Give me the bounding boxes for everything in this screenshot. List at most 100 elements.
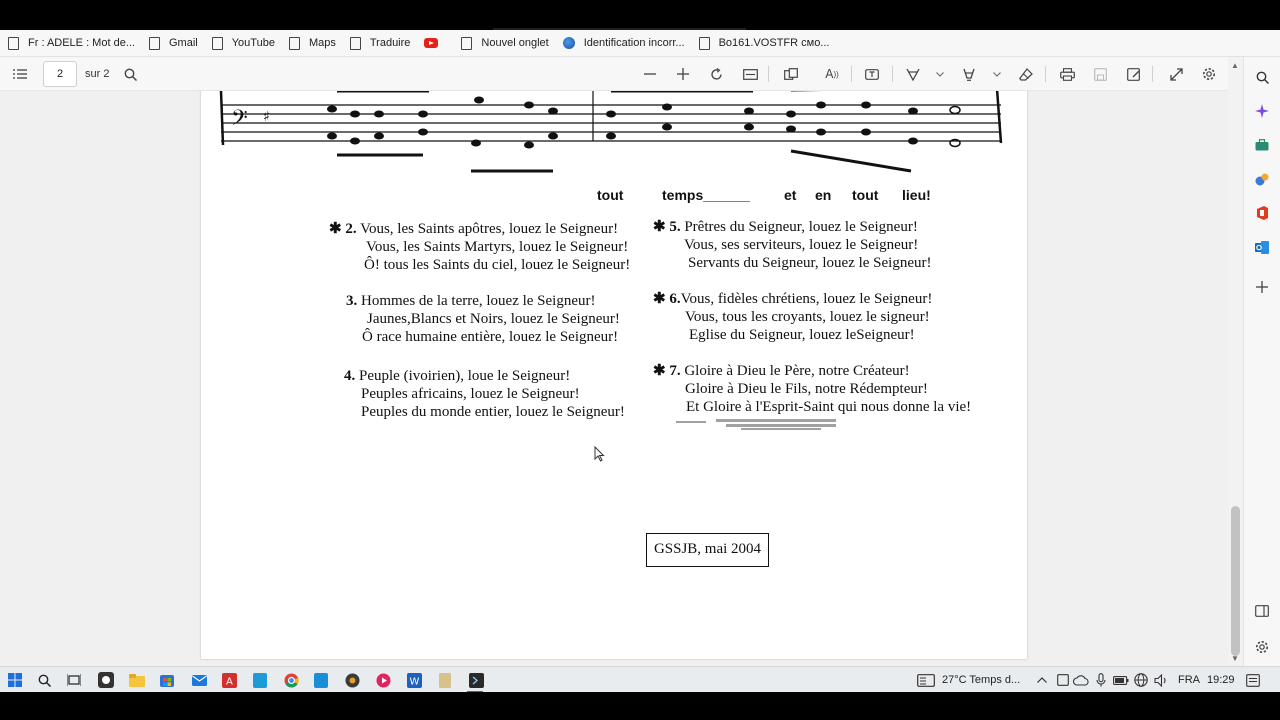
music-staff: 𝄢 ♯ <box>219 91 1003 173</box>
refrain-word: en <box>815 187 832 203</box>
contents-icon[interactable] <box>10 57 30 91</box>
bookmark-youtube[interactable]: YouTube <box>211 36 275 50</box>
svg-text:W: W <box>409 676 419 687</box>
terminal-icon[interactable] <box>467 671 485 689</box>
gear-icon[interactable] <box>1199 57 1219 91</box>
games-icon[interactable] <box>1254 171 1270 187</box>
print-icon[interactable] <box>1057 57 1077 91</box>
chrome-icon[interactable] <box>282 671 300 689</box>
page-number-input[interactable]: 2 <box>43 61 77 87</box>
verse-number: 3. <box>346 293 358 309</box>
scroll-down-icon[interactable]: ▼ <box>1231 654 1239 663</box>
app-icon[interactable] <box>97 671 115 689</box>
verse-line: ✱ 7. Gloire à Dieu le Père, notre Créate… <box>653 362 971 380</box>
search-icon[interactable] <box>120 57 140 91</box>
verse-line: 4. Peuple (ivoirien), loue le Seigneur! <box>344 367 625 385</box>
pdf-viewer[interactable]: 𝄢 ♯ tout temps______ et en tout lieu! ✱ … <box>0 91 1228 666</box>
app-icon[interactable] <box>312 671 330 689</box>
bookmark-adele[interactable]: Fr : ADELE : Mot de... <box>8 36 135 50</box>
scrollbar-thumb[interactable] <box>1231 506 1240 656</box>
notifications-icon[interactable] <box>1244 671 1262 689</box>
bookmark-nouvel-onglet[interactable]: Nouvel onglet <box>461 36 549 50</box>
separator <box>851 66 852 82</box>
save-icon[interactable] <box>1090 57 1110 91</box>
save-as-icon[interactable] <box>1124 57 1144 91</box>
eraser-icon[interactable] <box>1016 57 1036 91</box>
app-icon[interactable] <box>343 671 361 689</box>
clock-time[interactable]: 19:29 <box>1207 667 1235 693</box>
verse-line: Servants du Seigneur, louez le Seigneur! <box>688 255 932 271</box>
bookmark-label: Maps <box>308 37 336 49</box>
verse-5: ✱ 5. Prêtres du Seigneur, louez le Seign… <box>653 218 932 272</box>
add-icon[interactable] <box>1254 279 1270 295</box>
bookmark-traduire[interactable]: Traduire <box>349 36 411 50</box>
verse-4: 4. Peuple (ivoirien), loue le Seigneur! … <box>344 367 625 421</box>
acrobat-icon[interactable]: A <box>220 671 238 689</box>
bookmark-youtube-icon-only[interactable] <box>424 38 447 48</box>
verse-6: ✱ 6.Vous, fidèles chrétiens, louez le Se… <box>653 290 932 344</box>
app-icon[interactable] <box>436 671 454 689</box>
app-icon[interactable] <box>251 671 269 689</box>
tray-app-icon[interactable] <box>1054 671 1072 689</box>
briefcase-icon[interactable] <box>1254 137 1270 153</box>
verse-line: Ô! tous les Saints du ciel, louez le Sei… <box>364 257 631 273</box>
separator <box>892 66 893 82</box>
verse-line: 3. Hommes de la terre, louez le Seigneur… <box>346 292 620 310</box>
battery-icon[interactable] <box>1112 671 1130 689</box>
mail-icon[interactable] <box>190 671 208 689</box>
bookmark-label: Bo161.VOSTFR смо... <box>718 37 830 49</box>
file-explorer-icon[interactable] <box>128 671 146 689</box>
vertical-scrollbar[interactable]: ▲ ▼ <box>1228 57 1243 666</box>
store-icon[interactable] <box>158 671 176 689</box>
chevron-up-icon[interactable] <box>1033 671 1051 689</box>
chevron-down-icon[interactable] <box>989 57 1005 91</box>
text-box-icon[interactable] <box>862 57 882 91</box>
widgets-icon[interactable] <box>917 671 935 689</box>
refrain-word: et <box>784 187 797 203</box>
outlook-icon[interactable] <box>1254 239 1270 255</box>
bookmark-label: Gmail <box>168 37 198 49</box>
zoom-in-icon[interactable] <box>673 57 693 91</box>
verse-line: Eglise du Seigneur, louez leSeigneur! <box>689 327 915 343</box>
draw-icon[interactable] <box>903 57 923 91</box>
page-icon <box>8 36 19 50</box>
settings-icon[interactable] <box>1254 639 1270 655</box>
windows-taskbar: A W 27°C Temps d... FRA 19:29 <box>0 666 1280 693</box>
browser-sidebar <box>1243 57 1280 666</box>
media-player-icon[interactable] <box>374 671 392 689</box>
bookmark-identification[interactable]: Identification incorr... <box>562 37 685 49</box>
page-view-icon[interactable] <box>781 57 801 91</box>
expand-icon[interactable] <box>1166 57 1186 91</box>
stamp-label: GSSJB, mai 2004 <box>646 533 769 567</box>
sidebar-toggle-icon[interactable] <box>1254 603 1270 619</box>
zoom-out-icon[interactable] <box>640 57 660 91</box>
page-icon <box>349 36 361 50</box>
bookmark-bo161[interactable]: Bo161.VOSTFR смо... <box>698 36 830 50</box>
language-indicator[interactable]: FRA <box>1178 667 1200 693</box>
verse-line: Peuples du monde entier, louez le Seigne… <box>361 404 625 420</box>
chevron-down-icon[interactable] <box>932 57 948 91</box>
read-aloud-icon[interactable]: A)) <box>822 57 842 91</box>
weather-label[interactable]: 27°C Temps d... <box>942 667 1020 693</box>
bookmark-gmail[interactable]: Gmail <box>148 36 198 50</box>
search-icon[interactable] <box>35 671 53 689</box>
highlight-icon[interactable] <box>959 57 979 91</box>
microphone-icon[interactable] <box>1092 671 1110 689</box>
cloud-icon[interactable] <box>1072 671 1090 689</box>
bookmark-maps[interactable]: Maps <box>288 36 336 50</box>
fit-width-icon[interactable] <box>740 57 760 91</box>
search-icon[interactable] <box>1254 69 1270 85</box>
office-icon[interactable] <box>1254 205 1270 221</box>
bookmark-label: YouTube <box>231 37 275 49</box>
word-icon[interactable]: W <box>405 671 423 689</box>
copilot-icon[interactable] <box>1254 103 1270 119</box>
rotate-icon[interactable] <box>706 57 726 91</box>
network-globe-icon[interactable] <box>1132 671 1150 689</box>
task-view-icon[interactable] <box>65 671 83 689</box>
refrain-word: tout <box>852 187 879 203</box>
windows-start-icon[interactable] <box>6 671 24 689</box>
bookmark-label: Traduire <box>369 37 411 49</box>
speaker-icon[interactable] <box>1152 671 1170 689</box>
scroll-up-icon[interactable]: ▲ <box>1231 61 1239 70</box>
verse-text: Peuple (ivoirien), loue le Seigneur! <box>359 368 571 384</box>
